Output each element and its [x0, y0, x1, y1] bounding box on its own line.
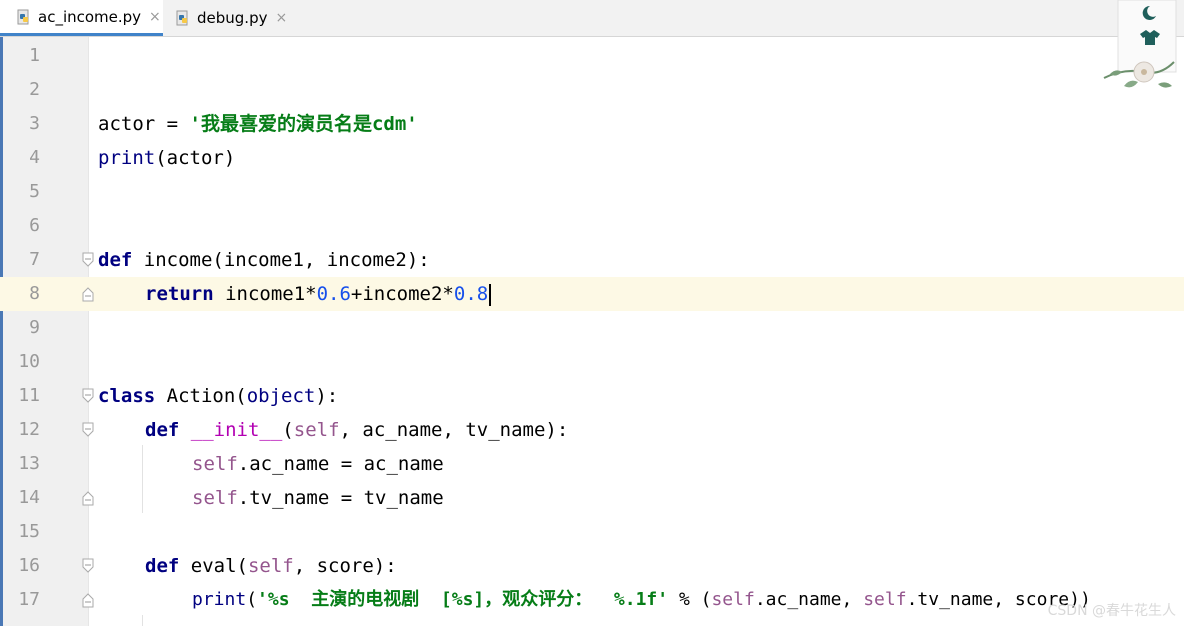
- line-number: 5: [29, 181, 40, 202]
- tab-ac-income[interactable]: ac_income.py ×: [0, 0, 163, 36]
- code-line: 17 print('%s 主演的电视剧 [%s]，观众评分： %.1f' % (…: [0, 583, 1184, 617]
- line-number: 14: [18, 487, 40, 508]
- line-number: 8: [0, 277, 40, 311]
- code-text: self.tv_name = tv_name: [192, 487, 444, 509]
- code-editor[interactable]: 1 2 3 actor = '我最喜爱的演员名是cdm' 4 print(act…: [0, 37, 1184, 626]
- line-number: 7: [29, 249, 40, 270]
- close-icon[interactable]: ×: [275, 10, 287, 26]
- code-text: def eval(self, score):: [145, 555, 397, 577]
- tab-label: debug.py: [197, 9, 268, 27]
- code-line: 3 actor = '我最喜爱的演员名是cdm': [0, 107, 1184, 141]
- watermark: CSDN @春牛花生人: [1047, 603, 1176, 619]
- line-number: 2: [29, 79, 40, 100]
- code-text: def income(income1, income2):: [98, 249, 430, 271]
- code-line: 2: [0, 73, 1184, 107]
- line-number: 3: [29, 113, 40, 134]
- code-line: 1: [0, 39, 1184, 73]
- code-text: actor = '我最喜爱的演员名是cdm': [98, 113, 418, 135]
- code-line: 16 def eval(self, score):: [0, 549, 1184, 583]
- fold-end-icon[interactable]: [82, 592, 94, 608]
- tab-debug[interactable]: debug.py ×: [163, 0, 293, 36]
- python-file-icon: [175, 10, 191, 26]
- code-line: 15: [0, 515, 1184, 549]
- fold-end-icon[interactable]: [82, 286, 94, 302]
- python-file-icon: [16, 9, 32, 25]
- fold-open-icon[interactable]: [82, 422, 94, 438]
- line-number: 17: [18, 589, 40, 610]
- fold-open-icon[interactable]: [82, 388, 94, 404]
- code-line: 14 self.tv_name = tv_name: [0, 481, 1184, 515]
- line-number: 13: [18, 453, 40, 474]
- code-text: def __init__(self, ac_name, tv_name):: [145, 419, 569, 441]
- code-line: 11 class Action(object):: [0, 379, 1184, 413]
- line-number: 9: [29, 317, 40, 338]
- fold-open-icon[interactable]: [82, 252, 94, 268]
- code-line: 10: [0, 345, 1184, 379]
- line-number: 4: [29, 147, 40, 168]
- code-text: print(actor): [98, 147, 236, 169]
- code-text: self.ac_name = ac_name: [192, 453, 444, 475]
- tab-label: ac_income.py: [38, 7, 142, 26]
- close-icon[interactable]: ×: [149, 9, 161, 25]
- code-line: 5: [0, 175, 1184, 209]
- text-caret: [489, 283, 492, 306]
- code-line: 12 def __init__(self, ac_name, tv_name):: [0, 413, 1184, 447]
- line-number: 16: [18, 555, 40, 576]
- line-number: 10: [18, 351, 40, 372]
- fold-open-icon[interactable]: [82, 558, 94, 574]
- code-line: 4 print(actor): [0, 141, 1184, 175]
- code-line: 9: [0, 311, 1184, 345]
- current-code-line: 8 return income1*0.6+income2*0.8: [0, 277, 1184, 311]
- decorative-flower-picture: [1100, 0, 1180, 98]
- line-number: 12: [18, 419, 40, 440]
- code-line: 13 self.ac_name = ac_name: [0, 447, 1184, 481]
- fold-end-icon[interactable]: [82, 490, 94, 506]
- code-line: 7 def income(income1, income2):: [0, 243, 1184, 277]
- line-number: 11: [18, 385, 40, 406]
- line-number: 6: [29, 215, 40, 236]
- line-number: 15: [18, 521, 40, 542]
- code-text: print('%s 主演的电视剧 [%s]，观众评分： %.1f' % (sel…: [192, 589, 1091, 610]
- line-number: 1: [29, 45, 40, 66]
- code-text: class Action(object):: [98, 385, 339, 407]
- code-text: return income1*0.6+income2*0.8: [145, 277, 492, 311]
- editor-tab-bar: ac_income.py × debug.py ×: [0, 0, 1184, 37]
- code-line: 6: [0, 209, 1184, 243]
